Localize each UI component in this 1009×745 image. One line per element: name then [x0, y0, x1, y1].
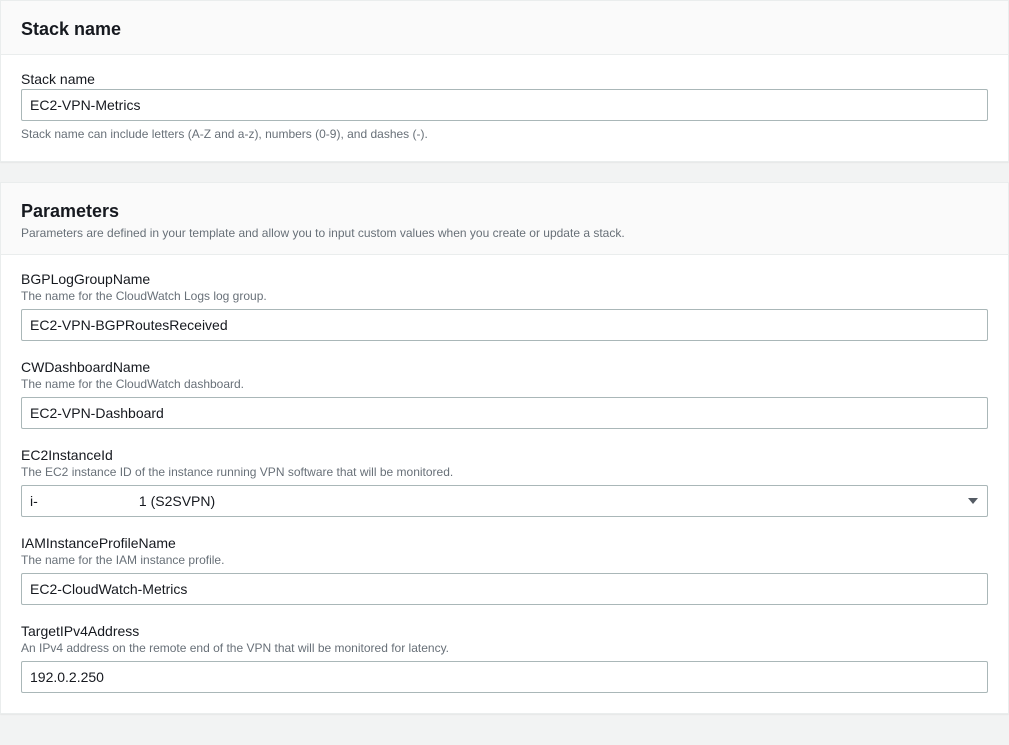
- target-field: TargetIPv4Address An IPv4 address on the…: [21, 623, 988, 693]
- parameters-header: Parameters Parameters are defined in you…: [1, 183, 1008, 255]
- iam-label: IAMInstanceProfileName: [21, 535, 988, 551]
- parameters-subtitle: Parameters are defined in your template …: [21, 226, 988, 240]
- stack-name-header: Stack name: [1, 1, 1008, 55]
- instance-label: EC2InstanceId: [21, 447, 988, 463]
- bgp-input[interactable]: [21, 309, 988, 341]
- target-input[interactable]: [21, 661, 988, 693]
- bgp-label: BGPLogGroupName: [21, 271, 988, 287]
- iam-field: IAMInstanceProfileName The name for the …: [21, 535, 988, 605]
- dashboard-label: CWDashboardName: [21, 359, 988, 375]
- instance-select-wrapper: i- 1 (S2SVPN): [21, 485, 988, 517]
- target-label: TargetIPv4Address: [21, 623, 988, 639]
- instance-select[interactable]: i- 1 (S2SVPN): [21, 485, 988, 517]
- dashboard-input[interactable]: [21, 397, 988, 429]
- stack-name-hint: Stack name can include letters (A-Z and …: [21, 127, 988, 141]
- iam-input[interactable]: [21, 573, 988, 605]
- parameters-panel: Parameters Parameters are defined in you…: [0, 182, 1009, 714]
- instance-field: EC2InstanceId The EC2 instance ID of the…: [21, 447, 988, 517]
- dashboard-hint: The name for the CloudWatch dashboard.: [21, 377, 988, 391]
- stack-name-label: Stack name: [21, 71, 988, 87]
- stack-name-field: Stack name Stack name can include letter…: [21, 71, 988, 141]
- bgp-field: BGPLogGroupName The name for the CloudWa…: [21, 271, 988, 341]
- target-hint: An IPv4 address on the remote end of the…: [21, 641, 988, 655]
- stack-name-body: Stack name Stack name can include letter…: [1, 55, 1008, 161]
- dashboard-field: CWDashboardName The name for the CloudWa…: [21, 359, 988, 429]
- stack-name-title: Stack name: [21, 19, 988, 40]
- parameters-body: BGPLogGroupName The name for the CloudWa…: [1, 255, 1008, 713]
- stack-name-panel: Stack name Stack name Stack name can inc…: [0, 0, 1009, 162]
- iam-hint: The name for the IAM instance profile.: [21, 553, 988, 567]
- parameters-title: Parameters: [21, 201, 988, 222]
- bgp-hint: The name for the CloudWatch Logs log gro…: [21, 289, 988, 303]
- instance-hint: The EC2 instance ID of the instance runn…: [21, 465, 988, 479]
- stack-name-input[interactable]: [21, 89, 988, 121]
